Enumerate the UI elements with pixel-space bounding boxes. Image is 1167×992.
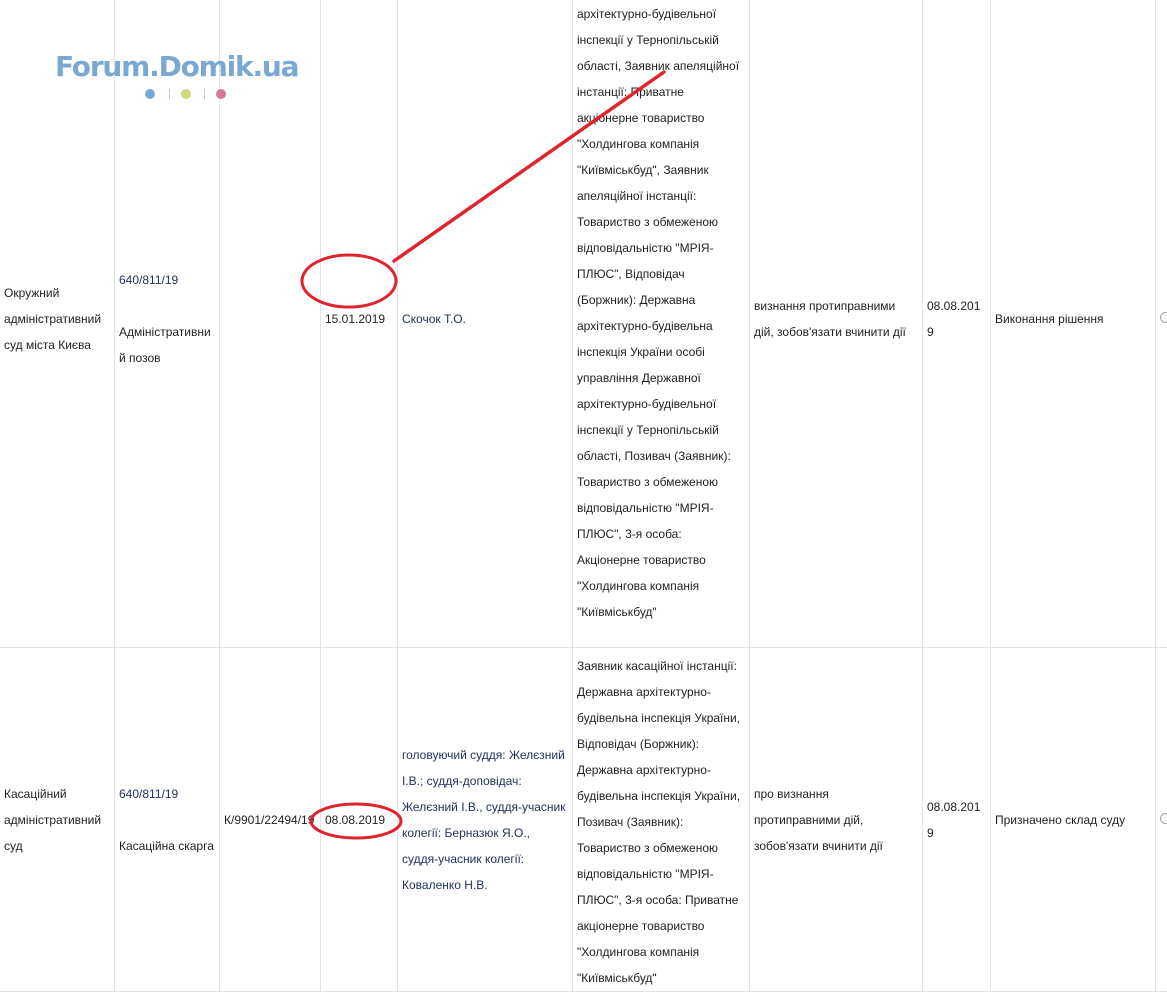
case-number-link[interactable]: 640/811/19	[119, 787, 178, 801]
judge-cell: головуючий суддя: Желєзний І.В.; суддя-д…	[398, 648, 573, 992]
proceeding-type: Касаційна скарга	[119, 839, 214, 853]
stage-cell: Призначено склад суду	[991, 648, 1156, 992]
green-dot-icon	[181, 89, 191, 99]
select-cell	[1156, 648, 1167, 992]
subject-cell: про визнання протиправними дій, зобов'яз…	[750, 648, 923, 992]
parties-text: Заявник касаційної інстанції: Державна а…	[577, 653, 745, 991]
stage-date-cell: 08.08.2019	[923, 0, 991, 648]
proceeding-type: Адміністративний позов	[119, 325, 211, 365]
logo-text: Forum.Domik.ua	[55, 50, 325, 84]
stage-date-cell: 08.08.2019	[923, 648, 991, 992]
parties-text: особі управління Державної архітектурно-…	[577, 0, 745, 625]
case-number-link[interactable]: 640/811/19	[119, 273, 178, 287]
date-cell: 08.08.2019	[321, 648, 398, 992]
date-cell: 15.01.2019	[321, 0, 398, 648]
row-radio-button[interactable]	[1160, 813, 1167, 824]
table-row: Касаційний адміністративний суд 640/811/…	[0, 648, 1167, 992]
parties-cell: Заявник касаційної інстанції: Державна а…	[573, 648, 750, 992]
divider	[204, 89, 205, 99]
divider	[169, 89, 170, 99]
court-cases-table: Окружний адміністративний суд міста Києв…	[0, 0, 1167, 992]
forum-watermark-logo: Forum.Domik.ua	[55, 50, 325, 84]
subject-cell: визнання протиправними дій, зобов'язати …	[750, 0, 923, 648]
row-radio-button[interactable]	[1160, 312, 1167, 323]
pink-dot-icon	[216, 89, 226, 99]
case-number-cell: 640/811/19 Касаційна скарга	[115, 648, 220, 992]
blue-dot-icon	[145, 89, 155, 99]
select-cell	[1156, 0, 1167, 648]
court-cell: Окружний адміністративний суд міста Києв…	[0, 0, 115, 648]
logo-dots	[145, 88, 245, 100]
court-cell: Касаційний адміністративний суд	[0, 648, 115, 992]
stage-cell: Виконання рішення	[991, 0, 1156, 648]
parties-cell: особі управління Державної архітектурно-…	[573, 0, 750, 648]
proceeding-number-cell: К/9901/22494/19	[220, 648, 321, 992]
judge-cell: Скочок Т.О.	[398, 0, 573, 648]
